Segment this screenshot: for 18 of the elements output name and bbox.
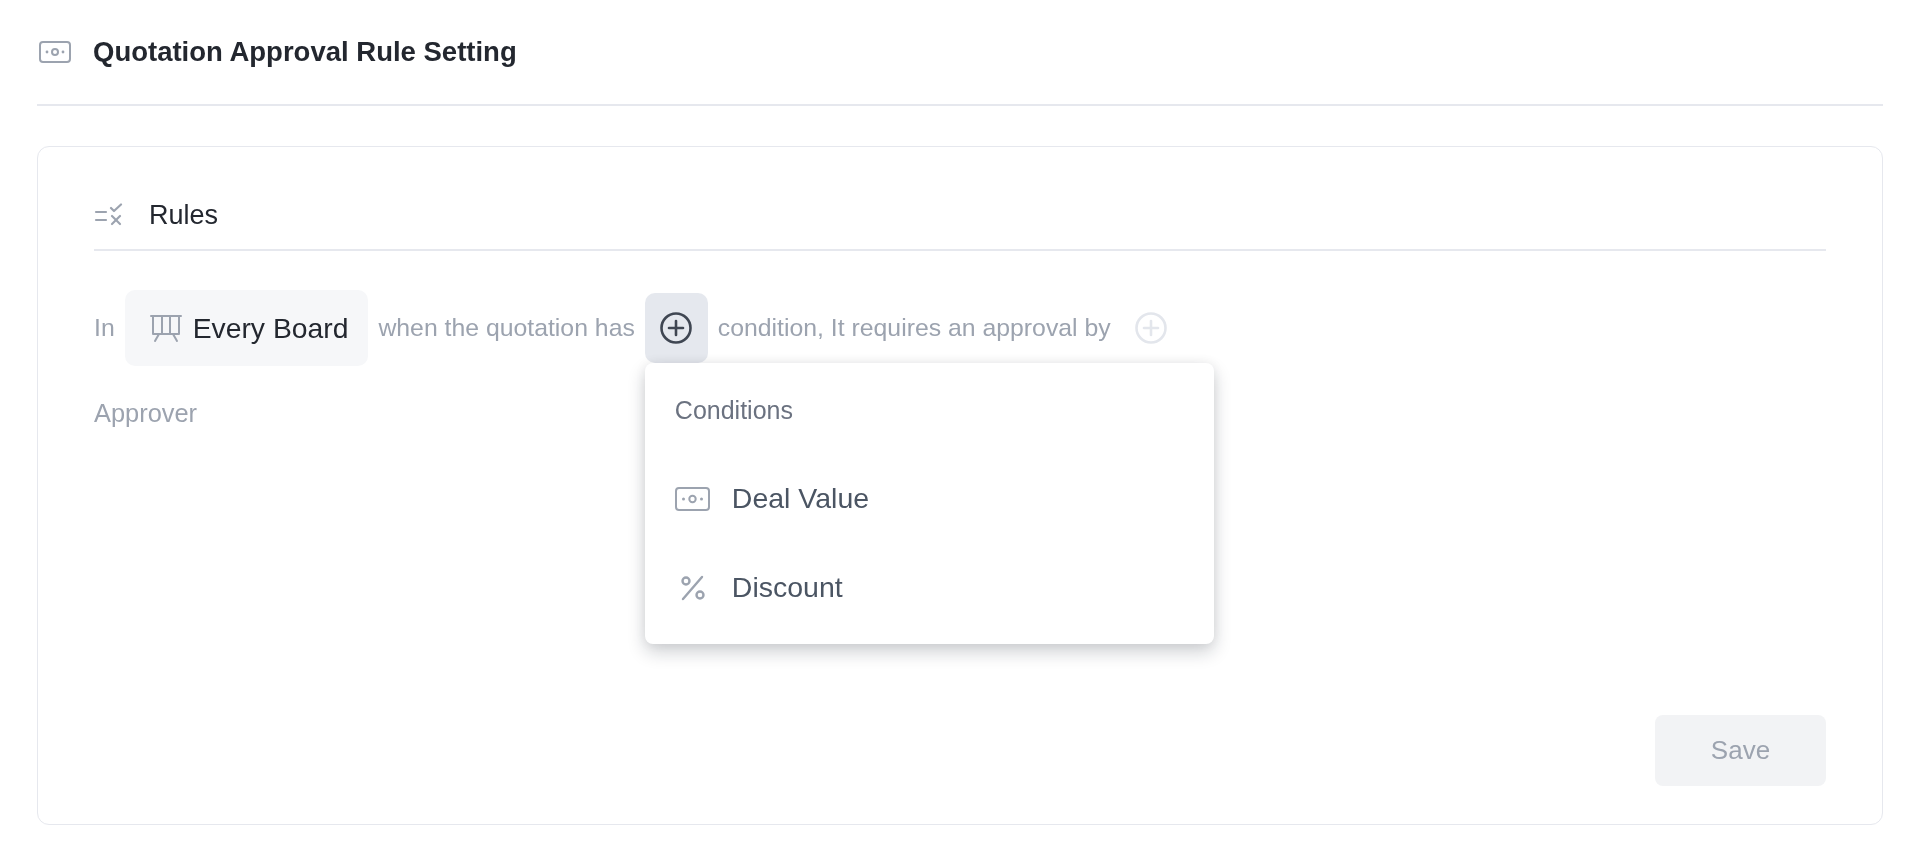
checklist-icon <box>94 203 124 227</box>
banknote-icon <box>39 41 71 63</box>
plus-circle-icon <box>1134 312 1167 344</box>
approver-label: Approver <box>94 399 198 428</box>
page-title: Quotation Approval Rule Setting <box>93 36 517 68</box>
plus-circle-icon <box>660 312 693 344</box>
percent-icon <box>679 574 706 601</box>
menu-item[interactable]: Discount <box>644 543 1214 632</box>
rule-text: In <box>94 314 115 342</box>
board-icon <box>148 313 183 343</box>
rule-text: when the quotation has <box>378 314 635 342</box>
section-title: Rules <box>149 199 219 232</box>
menu-heading: Conditions <box>673 395 794 424</box>
menu-item[interactable]: Deal Value <box>644 454 1214 543</box>
rule-text: condition, It requires an approval by <box>717 314 1111 342</box>
board-selector[interactable]: Every Board <box>124 290 369 366</box>
add-button[interactable] <box>644 293 708 363</box>
banknote-icon <box>674 486 710 511</box>
